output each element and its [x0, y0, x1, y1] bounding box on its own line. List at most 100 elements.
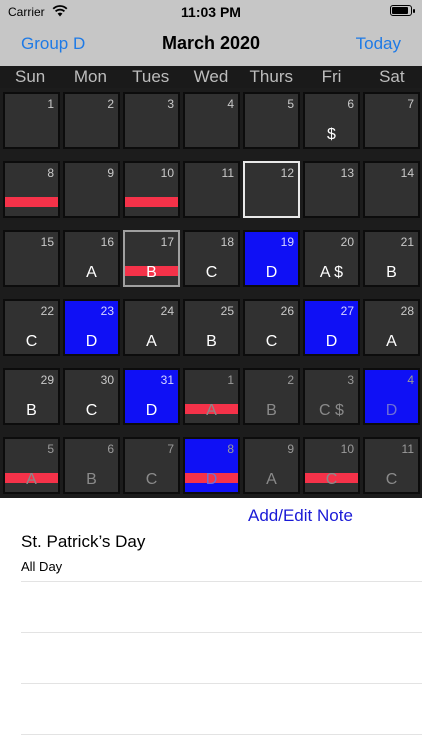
note-divider: [21, 632, 422, 633]
day-number: 4: [227, 97, 234, 111]
day-number: 19: [280, 235, 294, 249]
day-cell[interactable]: 18 C: [183, 230, 240, 287]
day-cell[interactable]: 30 C: [63, 368, 120, 425]
navigation-bar: Group D March 2020 Today: [0, 24, 422, 66]
day-number: 1: [47, 97, 54, 111]
note-divider: [21, 581, 422, 582]
calendar-grid: 1 2 3 4 5 6 $7 8 9 10 11 12 13 14 15 16 A 17 B 18 C 19 D 20 A $2…: [0, 88, 422, 498]
day-number: 7: [407, 97, 414, 111]
shift-label: C: [205, 264, 218, 281]
day-number: 9: [107, 166, 114, 180]
shift-label: D: [325, 333, 338, 350]
day-cell[interactable]: 31 D: [123, 368, 180, 425]
day-cell[interactable]: 10 C: [303, 437, 360, 494]
notes-panel: Add/Edit Note St. Patrick’s Day All Day: [0, 498, 422, 750]
day-number: 12: [280, 166, 294, 180]
day-number: 26: [280, 304, 294, 318]
day-cell[interactable]: 3 C $: [303, 368, 360, 425]
shift-label: B: [206, 333, 217, 350]
day-number: 2: [287, 373, 294, 387]
day-number: 28: [400, 304, 414, 318]
weekday-header: Sun Mon Tues Wed Thurs Fri Sat: [0, 66, 422, 88]
day-cell[interactable]: 7: [363, 92, 420, 149]
today-button[interactable]: Today: [356, 34, 401, 54]
day-number: 16: [100, 235, 114, 249]
note-divider: [21, 734, 422, 735]
day-number: 10: [340, 442, 354, 456]
day-cell[interactable]: 8D: [183, 437, 240, 494]
day-cell[interactable]: 12: [243, 161, 300, 218]
day-cell[interactable]: 10: [123, 161, 180, 218]
day-cell[interactable]: 23 D: [63, 299, 120, 356]
day-cell[interactable]: 17 B: [123, 230, 180, 287]
day-number: 14: [400, 166, 414, 180]
day-cell[interactable]: 4D: [363, 368, 420, 425]
day-number: 3: [167, 97, 174, 111]
day-number: 5: [287, 97, 294, 111]
day-cell[interactable]: 29 B: [3, 368, 60, 425]
day-cell[interactable]: 25 B: [183, 299, 240, 356]
day-cell[interactable]: 8: [3, 161, 60, 218]
add-edit-note-button[interactable]: Add/Edit Note: [248, 506, 353, 526]
shift-label: A: [206, 402, 217, 419]
shift-label: B: [386, 264, 397, 281]
shift-label: C: [265, 333, 278, 350]
day-number: 3: [347, 373, 354, 387]
shift-label: D: [85, 333, 98, 350]
day-cell[interactable]: 15: [3, 230, 60, 287]
weekday-label: Fri: [321, 67, 342, 86]
day-number: 11: [221, 166, 234, 180]
day-cell[interactable]: 3: [123, 92, 180, 149]
shift-label: C: [145, 471, 158, 488]
shift-label: B: [26, 402, 37, 419]
shift-label: B: [146, 264, 157, 281]
day-cell[interactable]: 4: [183, 92, 240, 149]
day-cell[interactable]: 9A: [243, 437, 300, 494]
shift-label: D: [145, 402, 158, 419]
weekday-label: Thurs: [249, 67, 293, 86]
shift-label: A: [86, 264, 97, 281]
day-cell[interactable]: 1A: [183, 368, 240, 425]
day-cell[interactable]: 16 A: [63, 230, 120, 287]
day-cell[interactable]: 26 C: [243, 299, 300, 356]
day-cell[interactable]: 5A: [3, 437, 60, 494]
shift-label: D: [205, 471, 218, 488]
day-cell[interactable]: 9: [63, 161, 120, 218]
day-cell[interactable]: 19 D: [243, 230, 300, 287]
shift-label: C: [85, 402, 98, 419]
weekday-label: Sun: [15, 67, 46, 86]
day-number: 21: [400, 235, 414, 249]
note-time: All Day: [21, 559, 63, 574]
note-title[interactable]: St. Patrick’s Day: [21, 532, 145, 552]
day-number: 29: [40, 373, 54, 387]
day-cell[interactable]: 6 $: [303, 92, 360, 149]
day-number: 25: [220, 304, 234, 318]
day-cell[interactable]: 11 C: [363, 437, 420, 494]
day-cell[interactable]: 27 D: [303, 299, 360, 356]
day-number: 8: [47, 166, 54, 180]
day-cell[interactable]: 2B: [243, 368, 300, 425]
day-cell[interactable]: 14: [363, 161, 420, 218]
day-cell[interactable]: 7C: [123, 437, 180, 494]
shift-label: A: [266, 471, 277, 488]
day-cell[interactable]: 6B: [63, 437, 120, 494]
day-cell[interactable]: 11: [183, 161, 240, 218]
day-cell[interactable]: 22 C: [3, 299, 60, 356]
day-number: 17: [160, 235, 174, 249]
day-number: 9: [287, 442, 294, 456]
day-cell[interactable]: 28 A: [363, 299, 420, 356]
weekday-label: Sat: [379, 67, 405, 86]
shift-label: A: [26, 471, 37, 488]
day-cell[interactable]: 13: [303, 161, 360, 218]
day-number: 2: [107, 97, 114, 111]
day-cell[interactable]: 20 A $: [303, 230, 360, 287]
day-cell[interactable]: 21 B: [363, 230, 420, 287]
day-number: 23: [100, 304, 114, 318]
day-cell[interactable]: 5: [243, 92, 300, 149]
day-cell[interactable]: 24 A: [123, 299, 180, 356]
day-number: 5: [47, 442, 54, 456]
day-cell[interactable]: 2: [63, 92, 120, 149]
day-cell[interactable]: 1: [3, 92, 60, 149]
day-number: 15: [40, 235, 54, 249]
day-number: 4: [407, 373, 414, 387]
